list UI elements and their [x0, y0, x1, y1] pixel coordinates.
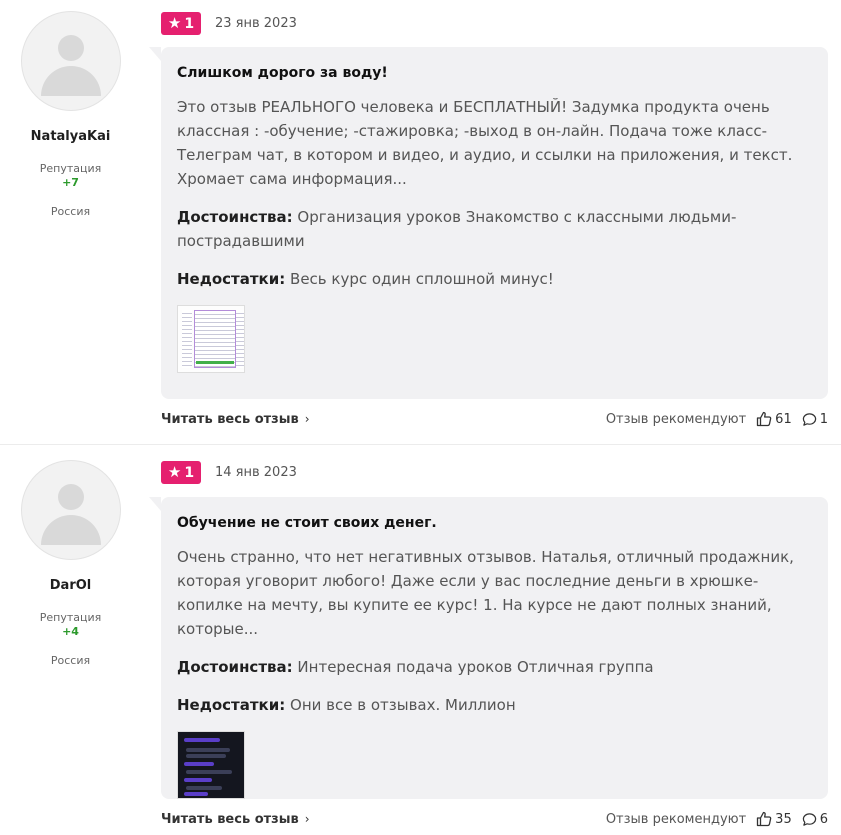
recommend-label: Отзыв рекомендуют: [605, 811, 747, 827]
reputation-value: +7: [62, 176, 79, 189]
pros-label: Достоинства:: [177, 658, 293, 676]
review-author: NatalyaKai Репутация +7 Россия: [0, 11, 141, 218]
rating-badge: ★ 1: [161, 461, 201, 484]
review-author: DarOl Репутация +4 Россия: [0, 460, 141, 667]
review-meta: Отзыв рекомендуют 35 6: [606, 811, 828, 827]
avatar-head-shape: [57, 35, 84, 61]
review-date: 14 янв 2023: [215, 465, 297, 480]
likes-count: 61: [775, 411, 792, 427]
comments-count: 6: [819, 811, 828, 827]
cons-text: Они все в отзывах. Миллион: [290, 696, 516, 714]
author-country: Россия: [50, 205, 91, 218]
thumbs-up-icon: [756, 811, 772, 827]
review-pros: Достоинства: Интересная подача уроков От…: [177, 655, 812, 679]
reputation-label: Репутация: [39, 162, 102, 175]
star-icon: ★: [167, 463, 182, 481]
like-button[interactable]: 61: [756, 411, 792, 427]
star-icon: ★: [167, 14, 182, 32]
review-date: 23 янв 2023: [215, 16, 297, 31]
comments-count: 1: [819, 411, 828, 427]
read-full-review-link[interactable]: Читать весь отзыв ›: [161, 412, 310, 427]
review-photo-thumbnail[interactable]: [177, 731, 245, 799]
avatar-body-shape: [40, 515, 101, 545]
likes-count: 35: [775, 811, 792, 827]
avatar-body-shape: [40, 66, 101, 96]
comments-button[interactable]: 1: [802, 412, 828, 427]
review-divider: [0, 444, 841, 445]
review-item: DarOl Репутация +4 Россия ★ 1 14 янв 202…: [0, 449, 841, 835]
cons-label: Недостатки:: [177, 270, 286, 288]
author-name[interactable]: NatalyaKai: [0, 129, 141, 144]
thumbs-up-icon: [756, 411, 772, 427]
read-full-review-label: Читать весь отзыв: [161, 412, 299, 427]
review-item: NatalyaKai Репутация +7 Россия ★ 1 23 ян…: [0, 0, 841, 444]
recommend-label: Отзыв рекомендуют: [605, 411, 747, 427]
review-text: Очень странно, что нет негативных отзыво…: [177, 548, 794, 638]
read-full-review-link[interactable]: Читать весь отзыв ›: [161, 812, 310, 827]
author-country: Россия: [50, 654, 91, 667]
review-photo-thumbnail[interactable]: [177, 305, 245, 373]
review-card: Обучение не стоит своих денег. Очень стр…: [149, 497, 828, 799]
review-cons: Недостатки: Весь курс один сплошной мину…: [177, 267, 812, 291]
rating-value: 1: [184, 464, 195, 481]
review-title[interactable]: Обучение не стоит своих денег.: [177, 515, 812, 531]
avatar[interactable]: [20, 460, 121, 560]
author-name[interactable]: DarOl: [0, 578, 141, 593]
reputation-value: +4: [62, 625, 79, 638]
review-title[interactable]: Слишком дорого за воду!: [177, 65, 812, 81]
review-card: Слишком дорого за воду! Это отзыв РЕАЛЬН…: [149, 47, 828, 399]
cons-text: Весь курс один сплошной минус!: [290, 270, 554, 288]
avatar-head-shape: [57, 484, 84, 510]
review-cons: Недостатки: Они все в отзывах. Миллион: [177, 693, 812, 717]
rating-value: 1: [184, 15, 195, 32]
review-meta: Отзыв рекомендуют 61 1: [606, 411, 828, 427]
comments-button[interactable]: 6: [802, 812, 828, 827]
pros-label: Достоинства:: [177, 208, 293, 226]
comment-bubble-icon: [802, 812, 817, 827]
review-text: Это отзыв РЕАЛЬНОГО человека и БЕСПЛАТНЫ…: [177, 98, 793, 188]
review-pros: Достоинства: Организация уроков Знакомст…: [177, 205, 812, 253]
cons-label: Недостатки:: [177, 696, 286, 714]
pros-text: Интересная подача уроков Отличная группа: [297, 658, 654, 676]
like-button[interactable]: 35: [756, 811, 792, 827]
read-full-review-label: Читать весь отзыв: [161, 812, 299, 827]
chevron-right-icon: ›: [304, 812, 310, 826]
rating-badge: ★ 1: [161, 12, 201, 35]
comment-bubble-icon: [802, 412, 817, 427]
avatar[interactable]: [20, 11, 121, 111]
chevron-right-icon: ›: [304, 412, 310, 426]
reputation-label: Репутация: [39, 611, 102, 624]
